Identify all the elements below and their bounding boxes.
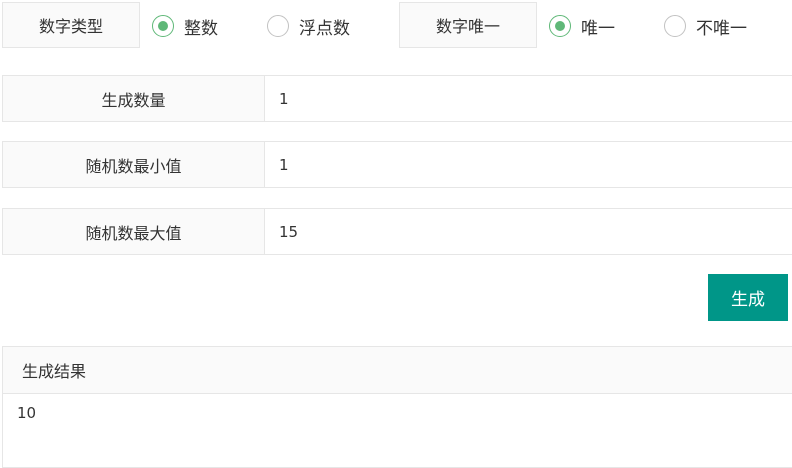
max-row: 随机数最大值 [2, 208, 792, 255]
radio-unique-label: 唯一 [581, 18, 615, 39]
number-type-label: 数字类型 [2, 2, 140, 48]
radio-not-unique[interactable]: 不唯一 [664, 2, 747, 50]
min-row: 随机数最小值 [2, 141, 792, 188]
max-input[interactable] [265, 209, 792, 254]
radio-integer-label: 整数 [184, 18, 218, 39]
unique-label: 数字唯一 [399, 2, 537, 48]
radio-integer[interactable]: 整数 [152, 2, 218, 50]
generate-button[interactable]: 生成 [708, 274, 788, 321]
count-label: 生成数量 [3, 76, 265, 121]
radio-unchecked-icon [267, 15, 289, 37]
options-row: 数字类型 整数 浮点数 数字唯一 唯一 不唯一 [2, 2, 792, 50]
count-input[interactable] [265, 76, 792, 121]
radio-float-label: 浮点数 [299, 18, 350, 39]
radio-float[interactable]: 浮点数 [267, 2, 350, 50]
radio-unchecked-icon [664, 15, 686, 37]
count-row: 生成数量 [2, 75, 792, 122]
result-header: 生成结果 [3, 347, 792, 394]
min-label: 随机数最小值 [3, 142, 265, 187]
radio-checked-icon [152, 15, 174, 37]
min-input[interactable] [265, 142, 792, 187]
result-card: 生成结果 10 [2, 346, 792, 468]
radio-unique[interactable]: 唯一 [549, 2, 615, 50]
result-value: 10 [17, 404, 37, 422]
radio-not-unique-label: 不唯一 [696, 18, 747, 39]
max-label: 随机数最大值 [3, 209, 265, 254]
radio-checked-icon [549, 15, 571, 37]
